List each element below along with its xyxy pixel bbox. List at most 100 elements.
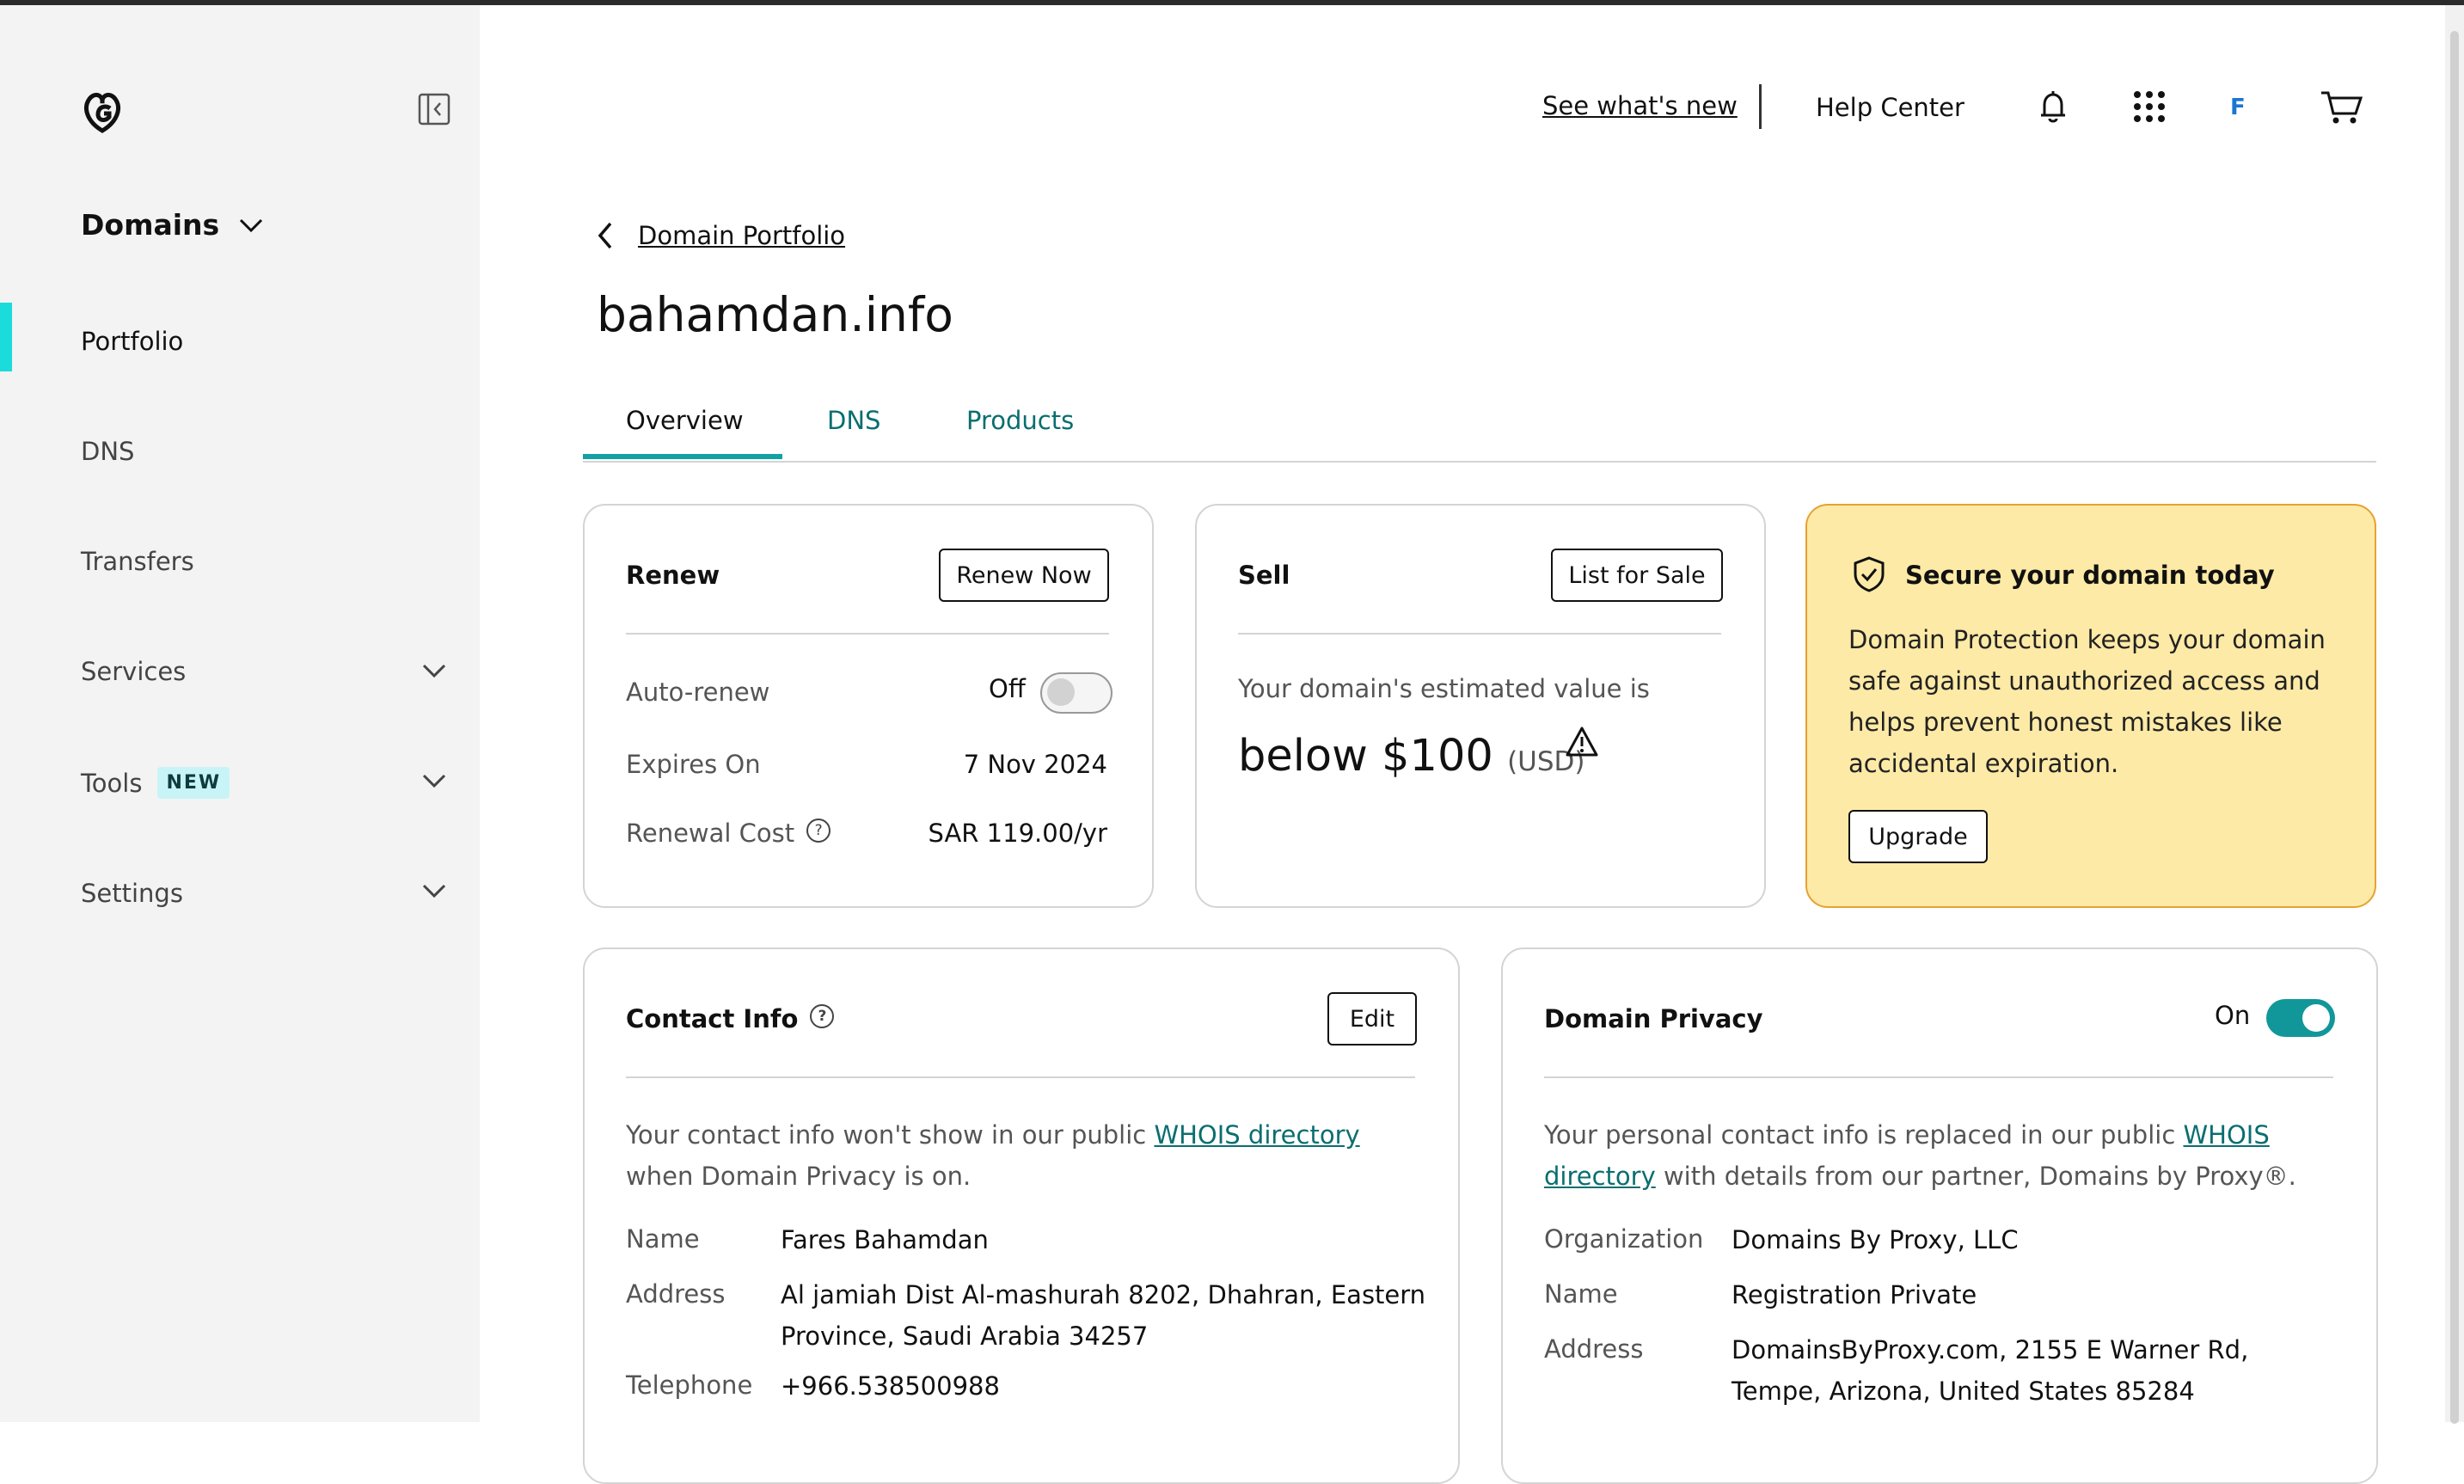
divider bbox=[1238, 633, 1721, 635]
name-label: Name bbox=[1544, 1279, 1618, 1309]
bell-icon[interactable] bbox=[2032, 86, 2074, 127]
apps-grid-icon[interactable] bbox=[2129, 86, 2170, 127]
sidebar-item-label: Transfers bbox=[81, 547, 194, 576]
desc-text: when Domain Privacy is on. bbox=[626, 1162, 972, 1191]
renewal-cost-label: Renewal Cost? bbox=[626, 819, 831, 848]
list-for-sale-button[interactable]: List for Sale bbox=[1551, 549, 1723, 602]
estimate-label: Your domain's estimated value is bbox=[1238, 674, 1650, 703]
sidebar-item-label: Tools bbox=[81, 768, 143, 798]
sidebar-item-settings[interactable]: Settings bbox=[81, 879, 183, 908]
promo-title: Secure your domain today bbox=[1905, 561, 2275, 590]
sidebar-item-label: DNS bbox=[81, 437, 135, 466]
privacy-description: Your personal contact info is replaced i… bbox=[1544, 1114, 2333, 1197]
name-label: Name bbox=[626, 1224, 700, 1254]
sidebar-item-portfolio[interactable]: Portfolio bbox=[81, 327, 183, 356]
address-value-line1: Al jamiah Dist Al-mashurah 8202, Dhahran… bbox=[781, 1280, 1426, 1309]
chevron-down-icon[interactable] bbox=[421, 662, 447, 679]
scrollbar[interactable] bbox=[2445, 5, 2464, 1424]
divider bbox=[1544, 1076, 2333, 1078]
card-title: Sell bbox=[1238, 561, 1290, 590]
help-icon[interactable]: ? bbox=[806, 819, 831, 843]
directory-link[interactable]: directory bbox=[1544, 1162, 1656, 1191]
renew-card: Renew Renew Now Auto-renew Off Expires O… bbox=[583, 504, 1154, 908]
whois-directory-link[interactable]: WHOIS directory bbox=[1154, 1120, 1359, 1150]
renew-now-button[interactable]: Renew Now bbox=[939, 549, 1109, 602]
domain-privacy-toggle[interactable] bbox=[2266, 999, 2335, 1037]
scrollbar-thumb[interactable] bbox=[2450, 31, 2459, 1424]
address-label: Address bbox=[626, 1279, 726, 1309]
sidebar-item-label: Services bbox=[81, 657, 187, 686]
sidebar-item-transfers[interactable]: Transfers bbox=[81, 547, 194, 576]
tab-bar: Overview DNS Products bbox=[583, 396, 2376, 463]
page-title: bahamdan.info bbox=[597, 287, 953, 342]
active-tab-indicator bbox=[583, 454, 782, 459]
estimated-value-text: below $100 bbox=[1238, 731, 1493, 782]
contact-description: Your contact info won't show in our publ… bbox=[626, 1114, 1415, 1197]
sidebar-item-label: Portfolio bbox=[81, 327, 184, 356]
sidebar-section-domains[interactable]: Domains bbox=[81, 208, 264, 242]
sidebar-section-label: Domains bbox=[81, 208, 220, 242]
cart-icon[interactable] bbox=[2320, 86, 2364, 127]
privacy-state: On bbox=[2215, 1001, 2251, 1030]
telephone-value: +966.538500988 bbox=[781, 1371, 1000, 1401]
organization-label: Organization bbox=[1544, 1224, 1704, 1254]
sidebar: Domains Portfolio DNS Transfers Services… bbox=[0, 5, 480, 1422]
renewal-cost-text: Renewal Cost bbox=[626, 819, 795, 848]
toggle-knob bbox=[2302, 1004, 2330, 1032]
breadcrumb-link[interactable]: Domain Portfolio bbox=[638, 221, 845, 250]
card-title: Renew bbox=[626, 561, 720, 590]
telephone-label: Telephone bbox=[626, 1371, 753, 1400]
tab-dns[interactable]: DNS bbox=[827, 406, 880, 435]
expires-label: Expires On bbox=[626, 750, 761, 779]
auto-renew-toggle[interactable] bbox=[1040, 672, 1112, 714]
new-badge: NEW bbox=[157, 767, 230, 799]
tab-overview[interactable]: Overview bbox=[626, 406, 744, 435]
address-value-line2: Province, Saudi Arabia 34257 bbox=[781, 1321, 1149, 1351]
chevron-down-icon[interactable] bbox=[421, 882, 447, 899]
logo-icon[interactable] bbox=[77, 88, 127, 138]
edit-button[interactable]: Edit bbox=[1327, 992, 1417, 1046]
breadcrumb[interactable]: Domain Portfolio bbox=[595, 220, 845, 251]
help-icon[interactable]: ? bbox=[810, 1004, 835, 1028]
address-value-line2: Tempe, Arizona, United States 85284 bbox=[1732, 1377, 2195, 1406]
tab-products[interactable]: Products bbox=[966, 406, 1074, 435]
chevron-left-icon bbox=[598, 222, 612, 249]
chevron-down-icon bbox=[240, 218, 263, 232]
auto-renew-label: Auto-renew bbox=[626, 678, 770, 707]
desc-text: Your personal contact info is replaced i… bbox=[1544, 1120, 2184, 1150]
name-value: Registration Private bbox=[1732, 1280, 1977, 1309]
sidebar-item-services[interactable]: Services bbox=[81, 657, 186, 686]
desc-text: Your contact info won't show in our publ… bbox=[626, 1120, 1155, 1150]
contact-info-card: Contact Info? Edit Your contact info won… bbox=[583, 947, 1460, 1484]
warning-icon[interactable] bbox=[1565, 726, 1599, 758]
auto-renew-state: Off bbox=[989, 674, 1026, 703]
sidebar-collapse-icon[interactable] bbox=[418, 93, 451, 126]
sidebar-item-label: Settings bbox=[81, 879, 183, 908]
sidebar-item-tools[interactable]: Tools NEW bbox=[81, 767, 230, 799]
header-divider bbox=[1759, 84, 1762, 129]
card-title: Domain Privacy bbox=[1544, 1004, 1763, 1033]
address-label: Address bbox=[1544, 1334, 1644, 1364]
whois-link[interactable]: WHOIS bbox=[2183, 1120, 2269, 1150]
organization-value: Domains By Proxy, LLC bbox=[1732, 1225, 2019, 1254]
card-title-row: Contact Info? bbox=[626, 1004, 835, 1033]
address-value-line1: DomainsByProxy.com, 2155 E Warner Rd, bbox=[1732, 1335, 2249, 1364]
divider bbox=[626, 1076, 1415, 1078]
chevron-down-icon[interactable] bbox=[421, 772, 447, 789]
avatar[interactable]: F bbox=[2230, 95, 2246, 120]
renewal-cost-value: SAR 119.00/yr bbox=[928, 819, 1107, 848]
name-value: Fares Bahamdan bbox=[781, 1225, 989, 1254]
estimated-value: below $100 (USD) bbox=[1238, 731, 1585, 782]
sell-card: Sell List for Sale Your domain's estimat… bbox=[1195, 504, 1766, 908]
upgrade-button[interactable]: Upgrade bbox=[1848, 810, 1988, 863]
whats-new-link[interactable]: See what's new bbox=[1542, 91, 1738, 120]
divider bbox=[626, 633, 1109, 635]
card-title: Contact Info bbox=[626, 1004, 799, 1033]
promo-body: Domain Protection keeps your domain safe… bbox=[1848, 625, 2326, 778]
help-center-link[interactable]: Help Center bbox=[1816, 93, 1964, 122]
toggle-knob bbox=[1047, 678, 1075, 706]
sidebar-item-dns[interactable]: DNS bbox=[81, 437, 134, 466]
domain-privacy-card: Domain Privacy On Your personal contact … bbox=[1501, 947, 2378, 1484]
active-indicator bbox=[0, 303, 12, 371]
shield-check-icon bbox=[1854, 556, 1885, 592]
